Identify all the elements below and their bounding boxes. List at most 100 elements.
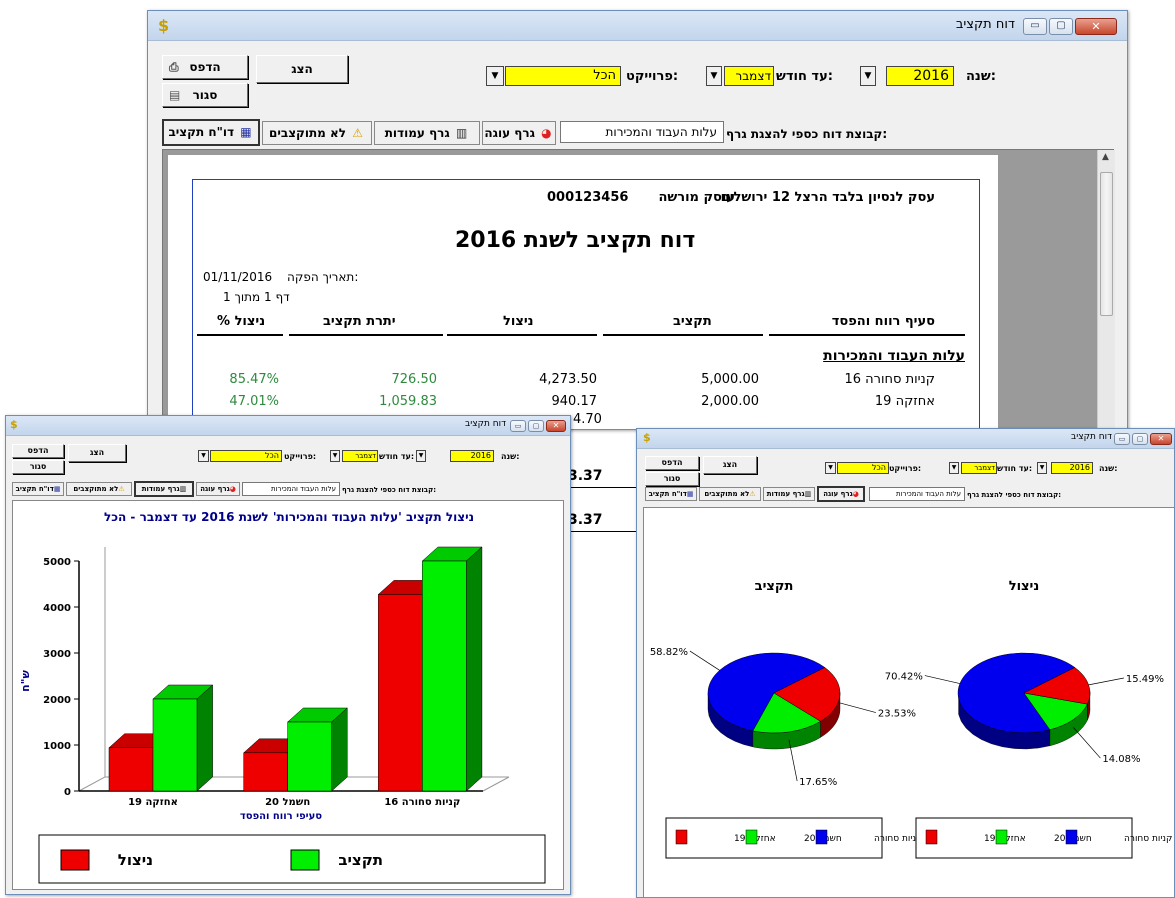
show-button-label: הצג	[89, 448, 105, 457]
tab-unbudgeted[interactable]: לא מתוקצבים ⚠	[262, 121, 372, 145]
project-field[interactable]: הכל	[210, 450, 282, 462]
chart-title: ניצול תקציב 'עלות העבוד והמכירות' לשנת 2…	[104, 510, 474, 524]
window-title: דוח תקציב	[955, 17, 1015, 32]
tab-bar-chart[interactable]: גרף עמודות▥	[134, 481, 194, 497]
print-button[interactable]: ⎙ הדפס	[162, 55, 248, 79]
report-title: דוח תקציב לשנת 2016	[455, 228, 696, 253]
maximize-button[interactable]: ▢	[1049, 18, 1073, 35]
pie-legend-label: קניות סחורה	[1124, 834, 1172, 844]
close-window-button[interactable]: ✕	[1150, 433, 1172, 445]
show-button[interactable]: הצג	[703, 456, 757, 474]
header-underline	[769, 334, 965, 336]
graph-group-label: קבוצת דוח כספי להצגת גרף:	[342, 486, 437, 494]
print-button[interactable]: הדפס	[12, 444, 64, 458]
minimize-button[interactable]: ▭	[510, 420, 526, 432]
header-underline	[447, 334, 597, 336]
graph-group-field[interactable]: עלות העבוד והמכירות	[242, 482, 340, 496]
show-button[interactable]: הצג	[256, 55, 348, 83]
close-button[interactable]: סגור	[12, 460, 64, 474]
window-title: דוח תקציב	[1071, 432, 1112, 442]
vertical-scrollbar[interactable]: ▲	[1097, 150, 1115, 429]
year-field[interactable]: 2016	[886, 66, 954, 86]
tab-budget-report[interactable]: דו"ח תקציב▦	[645, 487, 697, 501]
month-field[interactable]: דצמבר	[961, 462, 997, 474]
row-used: 4,273.50	[539, 372, 597, 387]
pie-chart-icon: ◕	[852, 490, 859, 498]
tab-budget-report[interactable]: דו"ח תקציב▦	[12, 482, 64, 496]
pie-legend-swatch	[675, 829, 688, 845]
tab-pie-chart[interactable]: גרף עוגה ◕	[482, 121, 556, 145]
project-dropdown-button[interactable]: ▼	[825, 462, 836, 474]
show-button-label: הצג	[722, 460, 738, 469]
month-field[interactable]: דצמבר	[724, 66, 774, 86]
tab-pie-chart-label: גרף עוגה	[484, 126, 535, 140]
month-dropdown-button[interactable]: ▼	[1037, 462, 1047, 474]
month-dropdown-button[interactable]: ▼	[416, 450, 426, 462]
close-button[interactable]: סגור	[645, 472, 699, 486]
header-underline	[603, 334, 763, 336]
tab-pie-chart[interactable]: גרף עוגה◕	[196, 482, 240, 496]
pie-chart-panel: תקציב 58.82% 17.65% 23.53% אחזקה 19 חשמל 20 קנ…	[643, 507, 1174, 897]
pie-charts: תקציב58.82%17.65%23.53%אחזקה 19 חשמל 20 קנ…	[650, 579, 1172, 859]
business-id-label: עוסק מורשה	[658, 190, 735, 205]
bar-side	[196, 684, 213, 792]
minimize-button[interactable]: ▭	[1114, 433, 1130, 445]
tab-bar-chart[interactable]: גרף עמודות ▥	[374, 121, 480, 145]
show-button[interactable]: הצג	[68, 444, 126, 462]
bar-chart-window: $ דוח תקציב ▭ ▢ ✕ הדפס סגור הצג שנה: 201…	[5, 415, 571, 895]
pie-legend-swatch	[815, 829, 828, 845]
close-button-label: סגור	[663, 474, 681, 483]
year-field[interactable]: 2016	[450, 450, 494, 462]
project-dropdown-button[interactable]: ▼	[198, 450, 209, 462]
maximize-button[interactable]: ▢	[528, 420, 544, 432]
col-header-item: סעיף רווח והפסד	[831, 314, 935, 329]
tab-unbudgeted[interactable]: לא מתוקצבים⚠	[699, 487, 761, 501]
year-field[interactable]: 2016	[1051, 462, 1093, 474]
project-field[interactable]: הכל	[505, 66, 621, 86]
month-left-dropdown-button[interactable]: ▼	[949, 462, 959, 474]
close-button[interactable]: ▤ סגור	[162, 83, 248, 107]
scrollbar-thumb[interactable]	[1100, 172, 1113, 316]
print-button[interactable]: הדפס	[645, 456, 699, 470]
pie-value-label: 23.53%	[878, 709, 916, 720]
graph-group-field[interactable]: עלות העבוד והמכירות	[560, 121, 724, 143]
title-bar: $ דוח תקציב ▭ ▢ ✕	[148, 11, 1127, 41]
x-tick-label: חשמל 20	[265, 797, 310, 808]
show-button-label: הצג	[291, 62, 313, 76]
month-left-dropdown-button[interactable]: ▼	[706, 66, 722, 86]
bar	[152, 698, 198, 792]
maximize-button[interactable]: ▢	[1132, 433, 1148, 445]
bar-side	[331, 707, 348, 792]
month-left-dropdown-button[interactable]: ▼	[330, 450, 340, 462]
y-axis-label: ש"ח	[19, 670, 32, 692]
window-title: דוח תקציב	[465, 419, 506, 429]
project-field[interactable]: הכל	[837, 462, 889, 474]
close-window-button[interactable]: ✕	[546, 420, 566, 432]
month-field[interactable]: דצמבר	[342, 450, 378, 462]
table-icon: ▦	[686, 490, 694, 498]
x-tick-label: קניות סחורה 16	[384, 797, 460, 808]
report-frame: עסק לנסיון בלבד הרצל 12 ירושלים עוסק מור…	[192, 179, 980, 429]
total-underline	[566, 487, 636, 488]
print-button-label: הדפס	[27, 446, 49, 455]
month-dropdown-button[interactable]: ▼	[860, 66, 876, 86]
close-window-button[interactable]: ✕	[1075, 18, 1117, 35]
row-remaining: 1,059.83	[379, 394, 437, 409]
bar	[287, 721, 332, 792]
tab-unbudgeted[interactable]: לא מתוקצבים⚠	[66, 482, 132, 496]
issue-date-label: תאריך הפקה:	[287, 270, 359, 284]
bar-chart-icon: ▥	[179, 485, 187, 493]
project-dropdown-button[interactable]: ▼	[486, 66, 504, 86]
exit-icon: ▤	[169, 88, 181, 102]
tab-budget-report[interactable]: דו"ח תקציב ▦	[162, 119, 260, 146]
pie-value-label: 15.49%	[1126, 674, 1164, 685]
section-title: עלות העבוד והמכירות	[823, 348, 965, 364]
print-button-label: הדפס	[661, 458, 683, 467]
tab-pie-chart[interactable]: גרף עוגה◕	[817, 486, 865, 502]
bar	[243, 752, 288, 792]
minimize-button[interactable]: ▭	[1023, 18, 1047, 35]
col-header-pct: % ניצול	[217, 314, 266, 329]
tab-bar-chart[interactable]: גרף עמודות▥	[763, 487, 815, 501]
col-header-remaining: יתרת תקציב	[323, 314, 396, 329]
graph-group-field[interactable]: עלות העבוד והמכירות	[869, 487, 965, 501]
